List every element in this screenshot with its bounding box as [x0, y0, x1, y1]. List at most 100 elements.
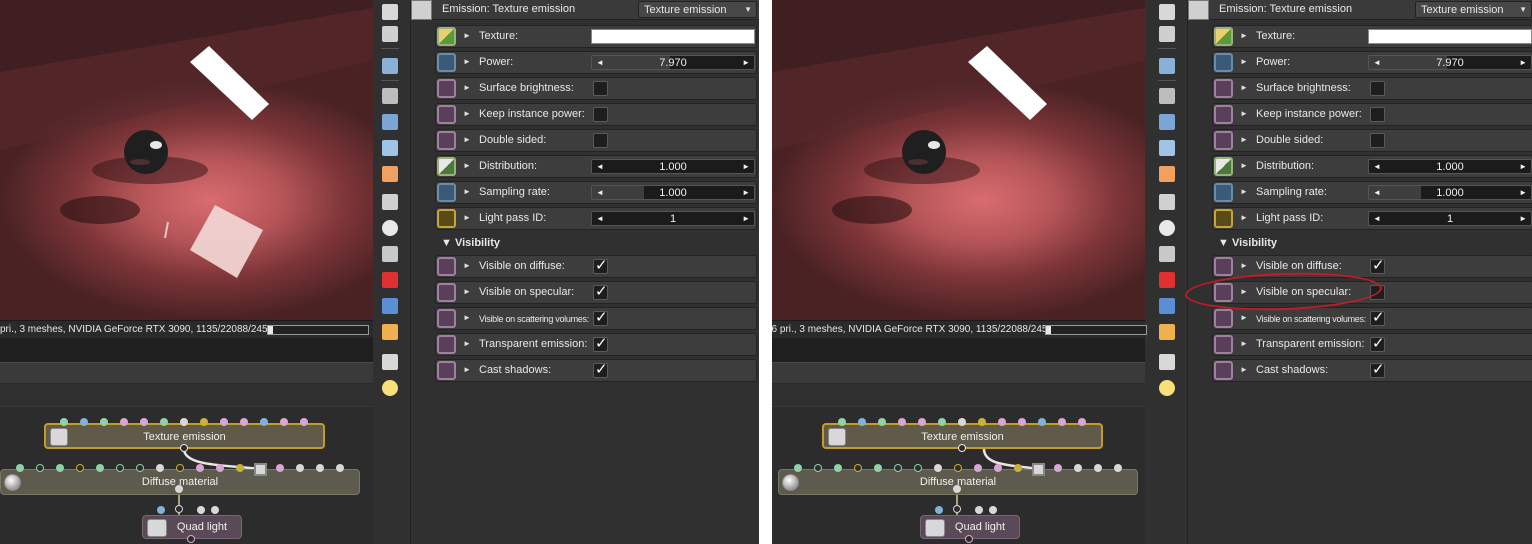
input-pin[interactable] — [894, 464, 902, 472]
expand-arrow-icon[interactable]: ► — [1240, 313, 1248, 322]
image-icon[interactable] — [1159, 58, 1175, 74]
node-graph-editor[interactable]: Texture emission Diffuse material Quad l… — [0, 406, 373, 544]
node-pin[interactable] — [175, 485, 183, 493]
cast-shadows-checkbox[interactable]: ✓ — [1370, 361, 1385, 378]
param-row-keep-instance-power[interactable]: ► Keep instance power: — [1212, 103, 1532, 126]
red-cube-icon[interactable] — [382, 272, 398, 288]
param-row-keep-instance-power[interactable]: ► Keep instance power: — [435, 103, 757, 126]
render-viewport[interactable] — [772, 0, 1145, 320]
param-row-cast-shadows[interactable]: ► Cast shadows: ✓ — [435, 359, 757, 382]
input-pin[interactable] — [858, 418, 866, 426]
camera-icon[interactable] — [382, 88, 398, 104]
input-pin[interactable] — [794, 464, 802, 472]
emission-type-dropdown[interactable]: Texture emission ▼ — [638, 1, 757, 18]
cylinder-icon[interactable] — [382, 114, 398, 130]
input-pin[interactable] — [1014, 464, 1022, 472]
input-pin[interactable] — [156, 464, 164, 472]
surface-brightness-type-icon[interactable] — [437, 79, 456, 98]
layers-icon[interactable] — [1159, 4, 1175, 20]
input-pin[interactable] — [140, 418, 148, 426]
input-pin[interactable] — [60, 418, 68, 426]
sampling-rate-slider[interactable]: ◄ 1.000 ► — [591, 185, 755, 200]
input-pin[interactable] — [200, 418, 208, 426]
input-pin[interactable] — [1038, 418, 1046, 426]
param-row-transparent-emission[interactable]: ► Transparent emission: ✓ — [1212, 333, 1532, 356]
input-pin[interactable] — [236, 464, 244, 472]
input-pin[interactable] — [80, 418, 88, 426]
camera-icon[interactable] — [1159, 88, 1175, 104]
sun-icon[interactable] — [382, 380, 398, 396]
input-pin[interactable] — [838, 418, 846, 426]
frame-icon[interactable] — [382, 194, 398, 210]
param-row-distribution[interactable]: ► Distribution: ◄ 1.000 ► — [1212, 155, 1532, 178]
transparent-emission-type-icon[interactable] — [437, 335, 456, 354]
drops-icon[interactable] — [382, 166, 398, 182]
input-pin[interactable] — [954, 464, 962, 472]
node-pin[interactable] — [211, 506, 219, 514]
input-pin[interactable] — [260, 418, 268, 426]
output-pin[interactable] — [180, 444, 188, 452]
increment-arrow-icon[interactable]: ► — [1519, 214, 1527, 223]
input-pin[interactable] — [296, 464, 304, 472]
power-type-icon[interactable] — [437, 53, 456, 72]
param-row-surface-brightness[interactable]: ► Surface brightness: — [435, 77, 757, 100]
image-icon[interactable] — [382, 58, 398, 74]
input-pin[interactable] — [978, 418, 986, 426]
input-pin[interactable] — [934, 464, 942, 472]
param-row-transparent-emission[interactable]: ► Transparent emission: ✓ — [435, 333, 757, 356]
output-pin[interactable] — [958, 444, 966, 452]
light-pass-id-slider[interactable]: ◄ 1 ► — [1368, 211, 1532, 226]
input-pin[interactable] — [998, 418, 1006, 426]
param-row-sampling-rate[interactable]: ► Sampling rate: ◄ 1.000 ► — [435, 181, 757, 204]
input-pin[interactable] — [176, 464, 184, 472]
input-pin[interactable] — [76, 464, 84, 472]
transparent-emission-checkbox[interactable]: ✓ — [1370, 335, 1385, 352]
input-pin[interactable] — [918, 418, 926, 426]
input-pin[interactable] — [1074, 464, 1082, 472]
transparent-emission-type-icon[interactable] — [1214, 335, 1233, 354]
expand-arrow-icon[interactable]: ► — [463, 83, 471, 92]
orange-cube-icon[interactable] — [1159, 324, 1175, 340]
increment-arrow-icon[interactable]: ► — [742, 58, 750, 67]
expand-arrow-icon[interactable]: ► — [463, 261, 471, 270]
increment-arrow-icon[interactable]: ► — [1519, 58, 1527, 67]
expand-arrow-icon[interactable]: ► — [1240, 213, 1248, 222]
increment-arrow-icon[interactable]: ► — [742, 162, 750, 171]
expand-arrow-icon[interactable]: ► — [1240, 83, 1248, 92]
distribution-slider[interactable]: ◄ 1.000 ► — [591, 159, 755, 174]
section-visibility[interactable]: ▼ Visibility — [1218, 237, 1277, 249]
input-pin[interactable] — [1054, 464, 1062, 472]
param-row-light-pass-id[interactable]: ► Light pass ID: ◄ 1 ► — [435, 207, 757, 230]
expand-arrow-icon[interactable]: ► — [463, 339, 471, 348]
double-sided-type-icon[interactable] — [1214, 131, 1233, 150]
drops-icon[interactable] — [1159, 166, 1175, 182]
input-pin[interactable] — [120, 418, 128, 426]
param-row-visible-on-diffuse[interactable]: ► Visible on diffuse: ✓ — [435, 255, 757, 278]
render-viewport[interactable] — [0, 0, 373, 320]
distribution-type-icon[interactable] — [437, 157, 456, 176]
node-graph-editor[interactable]: Texture emission Diffuse material Quad l… — [772, 406, 1145, 544]
expand-arrow-icon[interactable]: ► — [463, 313, 471, 322]
param-row-light-pass-id[interactable]: ► Light pass ID: ◄ 1 ► — [1212, 207, 1532, 230]
orange-cube-icon[interactable] — [382, 324, 398, 340]
layers-icon[interactable] — [382, 4, 398, 20]
param-row-visible-on-scattering-volumes[interactable]: ► Visible on scattering volumes: ✓ — [1212, 307, 1532, 330]
cast-shadows-checkbox[interactable]: ✓ — [593, 361, 608, 378]
input-pin[interactable] — [276, 464, 284, 472]
expand-arrow-icon[interactable]: ► — [1240, 187, 1248, 196]
input-pin[interactable] — [834, 464, 842, 472]
sampling-rate-type-icon[interactable] — [437, 183, 456, 202]
input-pin[interactable] — [1114, 464, 1122, 472]
list-icon[interactable] — [1159, 26, 1175, 42]
power-type-icon[interactable] — [1214, 53, 1233, 72]
expand-arrow-icon[interactable]: ► — [463, 57, 471, 66]
visible-on-scattering-volumes-type-icon[interactable] — [437, 309, 456, 328]
visible-on-specular-type-icon[interactable] — [437, 283, 456, 302]
expand-arrow-icon[interactable]: ► — [1240, 135, 1248, 144]
param-row-surface-brightness[interactable]: ► Surface brightness: — [1212, 77, 1532, 100]
keep-instance-power-type-icon[interactable] — [1214, 105, 1233, 124]
expand-arrow-icon[interactable]: ► — [463, 213, 471, 222]
node-pin[interactable] — [187, 535, 195, 543]
texture-input[interactable] — [1368, 29, 1532, 44]
input-pin[interactable] — [220, 418, 228, 426]
